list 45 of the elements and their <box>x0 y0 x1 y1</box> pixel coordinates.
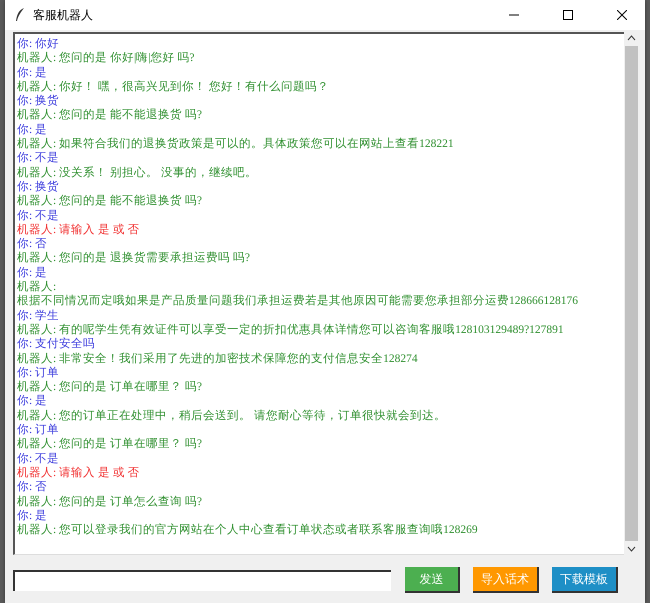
message-input[interactable] <box>13 570 391 590</box>
chat-line: 你: 订单 <box>17 366 60 380</box>
chat-line: 机器人: 您的订单正在处理中，稍后会送到。 请您耐心等待，订单很快就会到达。 <box>17 408 447 424</box>
chat-line: 你: 是 <box>17 508 48 524</box>
chat-line: 你: 换货 <box>17 94 60 108</box>
action-button[interactable]: 发送 <box>405 567 460 593</box>
chat-line: 机器人: 有的呢学生凭有效证件可以享受一定的折扣优惠具体详情您可以咨询客服哦128103129489?127891 <box>17 322 565 338</box>
chat-line: 你: 是 <box>17 266 48 280</box>
maximize-icon <box>563 10 573 20</box>
chat-line: 机器人: 请输入 是 或 否 <box>17 222 141 238</box>
chat-line: 你: 订单 <box>17 423 60 438</box>
chat-line: 机器人: 如果符合我们的退换货政策是可以的。具体政策您可以在网站上查看128221 <box>17 137 455 152</box>
action-button[interactable]: 下载模板 <box>552 567 618 593</box>
chat-line: 你: 支付安全吗 <box>17 337 96 352</box>
action-button[interactable]: 导入话术 <box>473 567 539 593</box>
chat-line: 机器人: 您问的是 退换货需要承担运费吗 吗? <box>17 251 251 266</box>
close-icon <box>617 10 627 20</box>
chat-line: 机器人: <box>17 280 58 294</box>
scrollbar[interactable] <box>624 32 639 555</box>
chat-line: 机器人: 你好！ 嘿，很高兴见到你！ 您好！有什么问题吗？ <box>17 80 330 94</box>
chat-line: 机器人: 请输入 是 或 否 <box>17 466 141 480</box>
chat-line: 机器人: 您问的是 订单在哪里？ 吗? <box>17 437 203 452</box>
chat-line: 你: 不是 <box>17 151 60 166</box>
chat-line: 机器人: 您问的是 订单怎么查询 吗? <box>17 494 203 509</box>
chat-line: 你: 是 <box>17 394 48 409</box>
chat-line: 机器人: 您可以登录我们的官方网站在个人中心查看订单状态或者联系客服查询哦128269 <box>17 523 479 538</box>
chat-line: 机器人: 非常安全！我们采用了先进的加密技术保障您的支付信息安全128274 <box>17 352 419 366</box>
chat-line: 你: 否 <box>17 237 48 252</box>
chat-line: 机器人: 您问的是 能不能退换货 吗? <box>17 194 203 209</box>
chat-line: 机器人: 您问的是 订单在哪里？ 吗? <box>17 380 203 394</box>
chat-line: 机器人: 您问的是 能不能退换货 吗? <box>17 108 203 123</box>
chat-line: 你: 换货 <box>17 180 60 194</box>
chat-line: 根据不同情况而定哦如果是产品质量问题我们承担运费若是其他原因可能需要您承担部分运费128666128176 <box>17 294 579 309</box>
chat-line: 你: 是 <box>17 66 48 80</box>
chat-line: 你: 不是 <box>17 452 60 466</box>
chat-line: 你: 是 <box>17 122 48 138</box>
chat-line: 机器人: 没关系！ 别担心。 没事的，继续吧。 <box>17 166 258 180</box>
window-title: 客服机器人 <box>33 6 94 24</box>
chat-line: 你: 不是 <box>17 208 60 223</box>
chat-line: 你: 你好 <box>17 37 60 52</box>
chat-line: 你: 否 <box>17 480 48 494</box>
chat-line: 你: 学生 <box>17 308 60 323</box>
feather-icon <box>15 8 25 22</box>
chat-line: 机器人: 您问的是 你好|嗨|您好 吗? <box>17 51 196 66</box>
scroll-thumb[interactable] <box>625 46 638 541</box>
